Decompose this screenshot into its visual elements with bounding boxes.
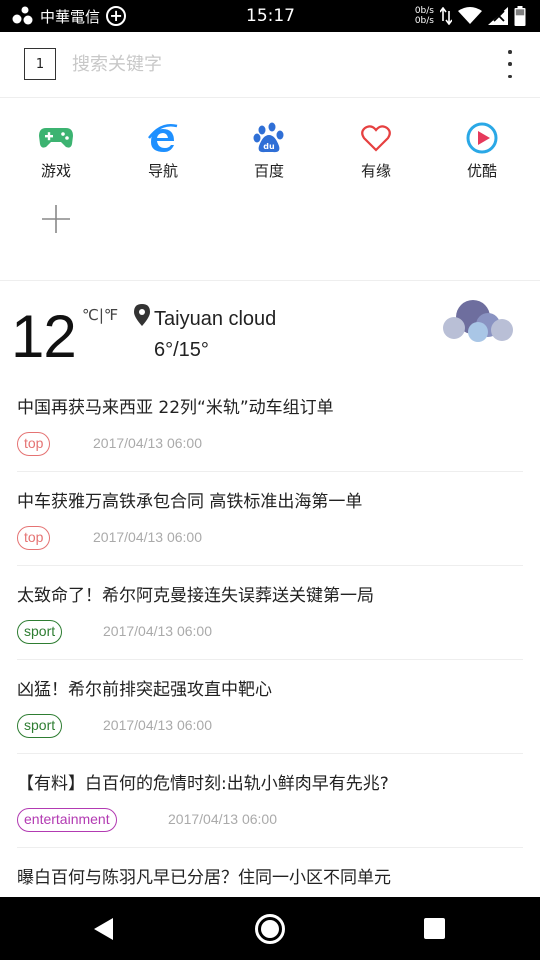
- current-temperature: 12: [11, 303, 77, 370]
- weather-widget[interactable]: 12 ℃|℉ Taiyuan cloud 6°/15°: [0, 282, 540, 377]
- status-bar: 中華電信 + 15:17 0b/s 0b/s: [0, 0, 540, 32]
- heart-icon: [358, 121, 394, 155]
- menu-dot: [508, 74, 512, 78]
- news-title: 中车获雅万高铁承包合同 高铁标准出海第一单: [17, 492, 363, 512]
- news-item[interactable]: 【有料】白百何的危情时刻:出轨小鲜肉早有先兆? entertainment 20…: [17, 754, 523, 848]
- news-date: 2017/04/13 06:00: [168, 811, 277, 827]
- quick-link-navigation[interactable]: 导航: [123, 121, 203, 181]
- net-up-speed: 0b/s: [414, 6, 434, 16]
- news-category-tag: top: [17, 526, 51, 550]
- quick-link-youyuan[interactable]: 有缘: [336, 121, 416, 181]
- quick-link-games[interactable]: 游戏: [16, 121, 96, 181]
- network-speed: 0b/s 0b/s: [415, 6, 434, 26]
- temperature-range: 6°/15°: [154, 339, 209, 361]
- tab-count-button[interactable]: 1: [24, 48, 56, 80]
- menu-dot: [508, 62, 512, 66]
- cloud-icon: [443, 300, 513, 342]
- news-date: 2017/04/13 06:00: [93, 529, 202, 545]
- clock: 15:17: [246, 6, 295, 26]
- status-right: 0b/s 0b/s: [415, 3, 526, 29]
- search-input[interactable]: [72, 48, 472, 80]
- menu-dot: [508, 50, 512, 54]
- data-transfer-icon: [440, 7, 452, 25]
- add-quick-link-button[interactable]: [40, 203, 72, 235]
- baidu-paw-icon: du: [251, 121, 287, 155]
- youku-play-icon: [464, 121, 500, 155]
- wifi-icon: [458, 7, 482, 24]
- news-item[interactable]: 中国再获马来西亚 22列“米轨”动车组订单 top 2017/04/13 06:…: [17, 378, 523, 472]
- news-title: 【有料】白百何的危情时刻:出轨小鲜肉早有先兆?: [17, 774, 389, 794]
- quick-link-label: 百度: [253, 162, 284, 180]
- news-title: 太致命了！希尔阿克曼接连失误葬送关键第一局: [17, 586, 374, 606]
- temperature-unit-toggle[interactable]: ℃|℉: [82, 306, 118, 324]
- home-button[interactable]: [255, 914, 285, 944]
- news-item[interactable]: 太致命了！希尔阿克曼接连失误葬送关键第一局 sport 2017/04/13 0…: [17, 566, 523, 660]
- quick-link-baidu[interactable]: du 百度: [229, 121, 309, 181]
- svg-text:du: du: [263, 142, 275, 151]
- data-saver-icon: +: [106, 6, 127, 26]
- news-title: 凶猛！希尔前排突起强攻直中靶心: [17, 680, 272, 700]
- news-category-tag: top: [17, 432, 51, 456]
- news-category-tag: sport: [17, 714, 63, 738]
- carrier-label: 中華電信: [40, 7, 101, 26]
- news-category-tag: sport: [17, 620, 63, 644]
- news-date: 2017/04/13 06:00: [103, 717, 212, 733]
- news-category-tag: entertainment: [17, 808, 117, 832]
- news-title: 曝白百何与陈羽凡早已分居？住同一小区不同单元: [17, 868, 391, 888]
- search-header: 1: [0, 32, 540, 98]
- quick-link-label: 导航: [147, 162, 178, 180]
- news-item[interactable]: 凶猛！希尔前排突起强攻直中靶心 sport 2017/04/13 06:00: [17, 660, 523, 754]
- quick-links-panel: 游戏 导航 du 百度 有缘 优酷: [0, 99, 540, 281]
- recent-apps-button[interactable]: [424, 918, 445, 939]
- location-pin-icon: [134, 304, 150, 326]
- news-title: 中国再获马来西亚 22列“米轨”动车组订单: [17, 398, 334, 418]
- notification-dots-icon: [12, 6, 33, 25]
- quick-link-label: 有缘: [360, 162, 391, 180]
- system-navigation-bar: [0, 897, 540, 960]
- news-item[interactable]: 中车获雅万高铁承包合同 高铁标准出海第一单 top 2017/04/13 06:…: [17, 472, 523, 566]
- net-down-speed: 0b/s: [414, 16, 434, 26]
- news-date: 2017/04/13 06:00: [93, 435, 202, 451]
- weather-location: Taiyuan cloud: [154, 308, 277, 330]
- quick-link-label: 优酷: [466, 162, 497, 180]
- battery-icon: [514, 6, 526, 26]
- back-icon[interactable]: [92, 917, 116, 941]
- overflow-menu-button[interactable]: [500, 48, 520, 80]
- status-left: 中華電信 +: [12, 4, 127, 28]
- ie-icon: [145, 121, 181, 155]
- quick-link-youku[interactable]: 优酷: [442, 121, 522, 181]
- news-feed: 中国再获马来西亚 22列“米轨”动车组订单 top 2017/04/13 06:…: [0, 378, 540, 942]
- quick-link-label: 游戏: [40, 162, 71, 180]
- gamepad-icon: [38, 121, 74, 155]
- signal-icon: [488, 7, 508, 25]
- news-date: 2017/04/13 06:00: [103, 623, 212, 639]
